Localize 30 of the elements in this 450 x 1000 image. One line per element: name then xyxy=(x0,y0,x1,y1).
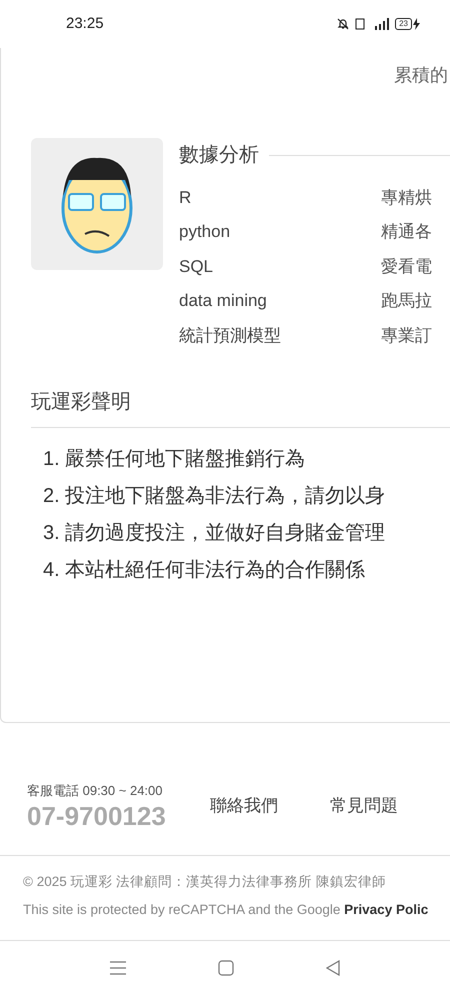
copyright-text: © 2025 玩運彩 法律顧問：漢英得力法律事務所 陳鎮宏律師 xyxy=(23,872,387,890)
skill-note: 精通各 xyxy=(381,221,432,243)
skill-note: 愛看電 xyxy=(381,256,432,278)
back-icon[interactable] xyxy=(326,960,340,976)
home-icon[interactable] xyxy=(218,960,234,976)
skill-note: 專精烘 xyxy=(381,186,432,208)
skill-name: data mining xyxy=(179,290,268,312)
statement-item: 2. 投注地下賭盤為非法行為，請勿以身 xyxy=(43,484,386,508)
statement-item: 3. 請勿過度投注，並做好自身賭金管理 xyxy=(43,520,386,546)
skill-name: SQL xyxy=(179,256,214,278)
recaptcha-notice: This site is protected by reCAPTCHA and the Google Privacy Polic xyxy=(23,900,430,919)
skill-name: 統計預測模型 xyxy=(179,324,282,346)
skill-name: R xyxy=(179,186,192,208)
battery-level: 23 xyxy=(395,18,412,30)
statement-item: 4. 本站杜絕任何非法行為的合作關係 xyxy=(43,558,366,582)
charging-icon xyxy=(413,18,420,30)
statement-heading: 玩運彩聲明 xyxy=(31,390,131,412)
skills-heading: 數據分析 xyxy=(179,143,259,168)
statement-item: 1. 嚴禁任何地下賭盤推銷行為 xyxy=(43,446,306,472)
skill-name: python xyxy=(179,221,232,243)
skill-note: 專業訂 xyxy=(381,324,432,346)
bell-off-icon xyxy=(337,18,350,30)
menu-icon[interactable] xyxy=(110,961,126,975)
phone-number: 07-9700123 xyxy=(27,800,167,830)
footer-link[interactable]: 常見問題 xyxy=(330,793,398,818)
status-time: 23:25 xyxy=(66,14,104,34)
skill-note: 跑馬拉 xyxy=(381,290,432,312)
hotline-label: 客服電話 09:30 ~ 24:00 xyxy=(27,782,164,800)
top-text: 累積的 xyxy=(394,64,449,87)
footer-link[interactable]: 聯絡我們 xyxy=(210,793,278,818)
